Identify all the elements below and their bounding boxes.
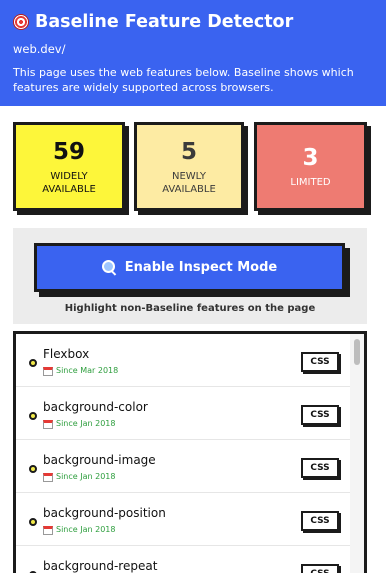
status-dot-icon [29, 359, 37, 367]
calendar-icon [43, 366, 53, 376]
feature-name: background-position [43, 506, 166, 520]
feature-since-text: Since Jan 2018 [56, 472, 116, 481]
feature-list[interactable]: Flexbox Since Mar 2018 CSS background-co… [13, 331, 367, 573]
app-title: Baseline Feature Detector [35, 12, 294, 32]
stat-widely-available[interactable]: 59 WIDELY AVAILABLE [13, 122, 125, 211]
limited-count: 3 [302, 145, 319, 171]
feature-since: Since Jan 2018 [43, 525, 115, 535]
feature-since-text: Since Jan 2018 [56, 525, 116, 534]
feature-name: background-color [43, 400, 148, 414]
enable-inspect-mode-button[interactable]: Enable Inspect Mode [34, 243, 345, 292]
css-badge: CSS [301, 405, 339, 425]
status-dot-icon [29, 412, 37, 420]
stat-newly-available[interactable]: 5 NEWLY AVAILABLE [134, 122, 244, 211]
feature-since-text: Since Mar 2018 [56, 366, 119, 375]
feature-name: background-image [43, 453, 156, 467]
newly-count: 5 [180, 138, 197, 165]
baseline-stats: 59 WIDELY AVAILABLE 5 NEWLY AVAILABLE 3 … [13, 122, 369, 215]
app-header: Baseline Feature Detector web.dev/ This … [0, 0, 386, 106]
feature-since: Since Jan 2018 [43, 472, 115, 482]
feature-name: Flexbox [43, 347, 90, 361]
target-icon [13, 14, 29, 30]
status-dot-icon [29, 465, 37, 473]
feature-row[interactable]: Flexbox Since Mar 2018 CSS [16, 334, 350, 387]
feature-since: Since Jan 2018 [43, 419, 115, 429]
magnifier-icon [101, 260, 117, 275]
calendar-icon [43, 472, 53, 482]
inspect-button-label: Enable Inspect Mode [124, 260, 278, 275]
css-badge: CSS [301, 564, 339, 573]
widely-label: WIDELY AVAILABLE [42, 170, 96, 195]
css-badge: CSS [301, 458, 339, 478]
header-title-row: Baseline Feature Detector [13, 10, 373, 34]
header-description: This page uses the web features below. B… [13, 66, 354, 94]
page-url: web.dev/ [13, 42, 66, 56]
feature-row[interactable]: background-repeat CSS [16, 546, 350, 573]
scrollbar-thumb[interactable] [354, 339, 360, 365]
calendar-icon [43, 525, 53, 535]
css-badge: CSS [301, 352, 339, 372]
status-dot-icon [29, 518, 37, 526]
stat-limited[interactable]: 3 LIMITED [254, 122, 367, 211]
feature-name: background-repeat [43, 559, 158, 573]
inspect-panel: Enable Inspect Mode Highlight non-Baseli… [13, 228, 367, 324]
widely-count: 59 [52, 138, 85, 165]
calendar-icon [43, 419, 53, 429]
inspect-hint: Highlight non-Baseline features on the p… [64, 303, 316, 314]
feature-row[interactable]: background-color Since Jan 2018 CSS [16, 387, 350, 440]
limited-label: LIMITED [290, 177, 331, 188]
feature-since-text: Since Jan 2018 [56, 419, 116, 428]
css-badge: CSS [301, 511, 339, 531]
feature-row[interactable]: background-position Since Jan 2018 CSS [16, 493, 350, 546]
feature-list-scrollbar[interactable] [350, 334, 364, 573]
feature-since: Since Mar 2018 [43, 366, 118, 376]
newly-label: NEWLY AVAILABLE [162, 170, 216, 195]
feature-row[interactable]: background-image Since Jan 2018 CSS [16, 440, 350, 493]
